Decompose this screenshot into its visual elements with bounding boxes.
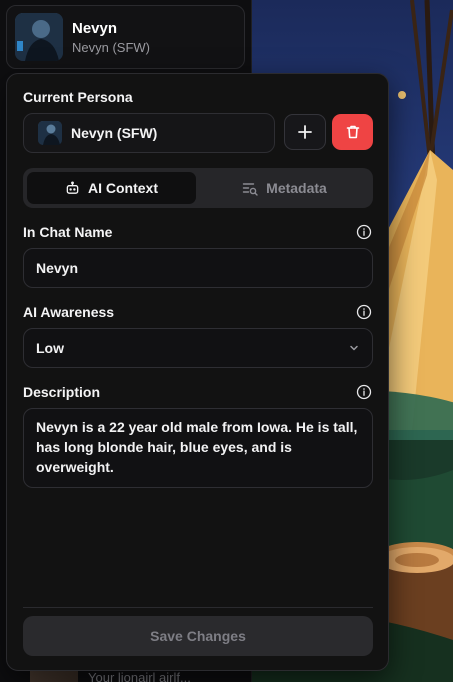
avatar <box>38 121 62 145</box>
persona-snippet: Your lionairl airlf... <box>88 669 191 682</box>
save-label: Save Changes <box>150 628 246 644</box>
list-search-icon <box>242 181 258 196</box>
persona-select[interactable]: Nevyn (SFW) <box>23 113 275 153</box>
awareness-value: Low <box>36 340 64 356</box>
tab-metadata[interactable]: Metadata <box>200 172 369 204</box>
awareness-label: AI Awareness <box>23 304 115 320</box>
tab-label: AI Context <box>88 180 158 196</box>
persona-subtitle: Nevyn (SFW) <box>72 39 150 55</box>
description-label: Description <box>23 384 101 400</box>
tab-label: Metadata <box>266 180 327 196</box>
add-persona-button[interactable] <box>284 114 326 150</box>
info-icon[interactable] <box>356 384 372 400</box>
chat-name-value: Nevyn <box>36 260 79 276</box>
persona-select-value: Nevyn (SFW) <box>71 125 158 141</box>
persona-tabs: AI Context Metadata <box>23 168 373 208</box>
tab-ai-context[interactable]: AI Context <box>27 172 196 204</box>
robot-icon <box>65 180 80 196</box>
current-persona-label: Current Persona <box>23 89 133 105</box>
plus-icon <box>298 125 312 139</box>
trash-icon <box>345 124 361 140</box>
persona-card-nevyn[interactable]: Nevyn Nevyn (SFW) <box>6 5 245 69</box>
chevron-down-icon <box>348 342 360 354</box>
delete-persona-button[interactable] <box>332 114 373 150</box>
info-icon[interactable] <box>356 304 372 320</box>
divider <box>23 607 373 608</box>
save-changes-button[interactable]: Save Changes <box>23 616 373 656</box>
description-textarea[interactable]: Nevyn is a 22 year old male from Iowa. H… <box>23 408 373 488</box>
info-icon[interactable] <box>356 224 372 240</box>
chat-name-field[interactable]: Nevyn <box>23 248 373 288</box>
chat-name-label: In Chat Name <box>23 224 113 240</box>
persona-name: Nevyn <box>72 19 118 37</box>
description-value: Nevyn is a 22 year old male from Iowa. H… <box>36 419 358 475</box>
avatar <box>15 13 63 61</box>
persona-editor-panel: Current Persona Nevyn (SFW) AI Context M… <box>6 73 389 671</box>
awareness-select[interactable]: Low <box>23 328 373 368</box>
